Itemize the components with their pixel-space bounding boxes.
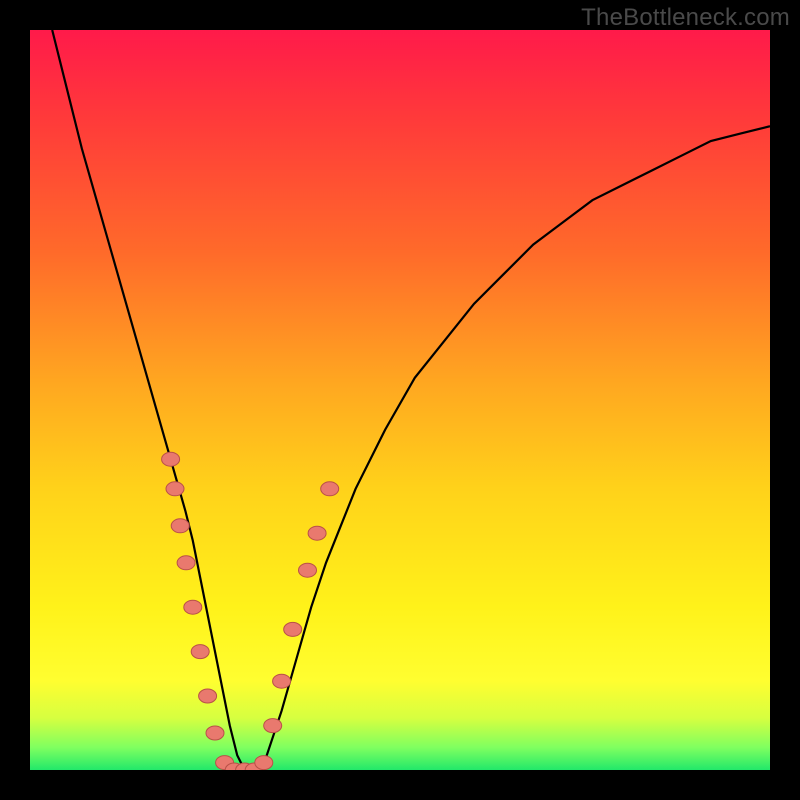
curve-marker bbox=[308, 526, 326, 540]
curve-marker bbox=[255, 756, 273, 770]
bottleneck-curve bbox=[52, 30, 770, 770]
curve-marker bbox=[264, 719, 282, 733]
curve-marker bbox=[206, 726, 224, 740]
curve-marker bbox=[191, 645, 209, 659]
curve-marker bbox=[166, 482, 184, 496]
chart-frame: TheBottleneck.com bbox=[0, 0, 800, 800]
curve-marker bbox=[284, 622, 302, 636]
watermark-text: TheBottleneck.com bbox=[581, 4, 790, 32]
chart-overlay bbox=[30, 30, 770, 770]
curve-marker bbox=[184, 600, 202, 614]
curve-marker bbox=[162, 452, 180, 466]
curve-marker bbox=[299, 563, 317, 577]
curve-marker bbox=[273, 674, 291, 688]
curve-markers bbox=[162, 452, 339, 770]
curve-marker bbox=[199, 689, 217, 703]
curve-marker bbox=[177, 556, 195, 570]
curve-marker bbox=[171, 519, 189, 533]
curve-marker bbox=[321, 482, 339, 496]
plot-area bbox=[30, 30, 770, 770]
